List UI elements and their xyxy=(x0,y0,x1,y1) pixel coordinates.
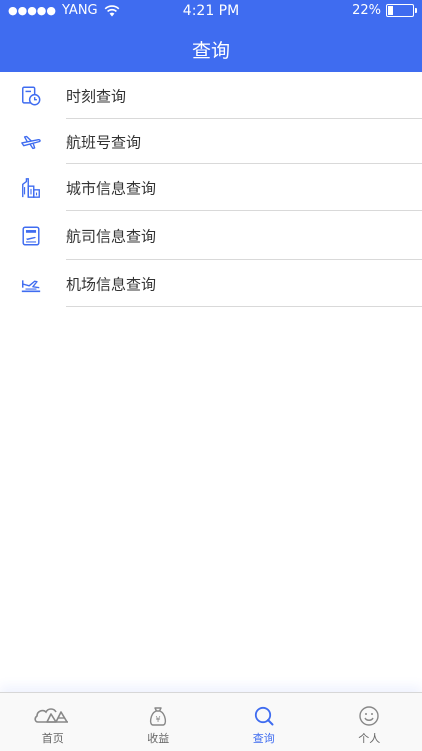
money-bag-icon: ¥ xyxy=(147,705,169,727)
menu-item-schedule-query[interactable]: 时刻查询 xyxy=(0,72,422,119)
page-title: 查询 xyxy=(0,36,422,63)
menu-item-airport-info-query[interactable]: 机场信息查询 xyxy=(0,260,422,307)
tab-profile[interactable]: 个人 xyxy=(317,693,422,751)
search-icon xyxy=(253,705,275,727)
tab-bar: 首页 ¥ 收益 查询 个人 xyxy=(0,692,422,751)
city-buildings-icon xyxy=(20,177,42,199)
schedule-clock-icon xyxy=(20,85,42,107)
svg-text:¥: ¥ xyxy=(156,715,161,724)
tab-label: 收益 xyxy=(106,730,212,746)
menu-item-label: 航司信息查询 xyxy=(66,225,156,246)
tab-label: 个人 xyxy=(317,730,422,746)
tab-query[interactable]: 查询 xyxy=(211,693,317,751)
home-logo-icon xyxy=(34,705,72,725)
menu-item-label: 机场信息查询 xyxy=(66,273,156,294)
menu-item-label: 时刻查询 xyxy=(66,85,126,106)
airplane-icon xyxy=(20,131,42,153)
menu-item-city-info-query[interactable]: 城市信息查询 xyxy=(0,164,422,211)
battery-icon xyxy=(386,4,414,17)
tab-label: 查询 xyxy=(211,730,317,746)
smiley-face-icon xyxy=(358,705,380,727)
query-menu-list: 时刻查询 航班号查询 城市信息查询 航司信息查询 xyxy=(0,72,422,307)
airport-icon xyxy=(20,273,42,295)
top-bar: ●●●●● YANG 4:21 PM 22% 查询 xyxy=(0,0,422,72)
airline-card-icon xyxy=(20,225,42,247)
divider xyxy=(66,306,422,307)
menu-item-flight-number-query[interactable]: 航班号查询 xyxy=(0,119,422,164)
menu-item-label: 城市信息查询 xyxy=(66,177,156,198)
menu-item-airline-info-query[interactable]: 航司信息查询 xyxy=(0,211,422,260)
tab-home[interactable]: 首页 xyxy=(0,693,106,751)
battery-percent: 22% xyxy=(352,3,381,18)
tab-earnings[interactable]: ¥ 收益 xyxy=(106,693,212,751)
menu-item-label: 航班号查询 xyxy=(66,131,141,152)
tab-label: 首页 xyxy=(0,730,106,746)
status-bar: ●●●●● YANG 4:21 PM 22% xyxy=(0,0,422,22)
